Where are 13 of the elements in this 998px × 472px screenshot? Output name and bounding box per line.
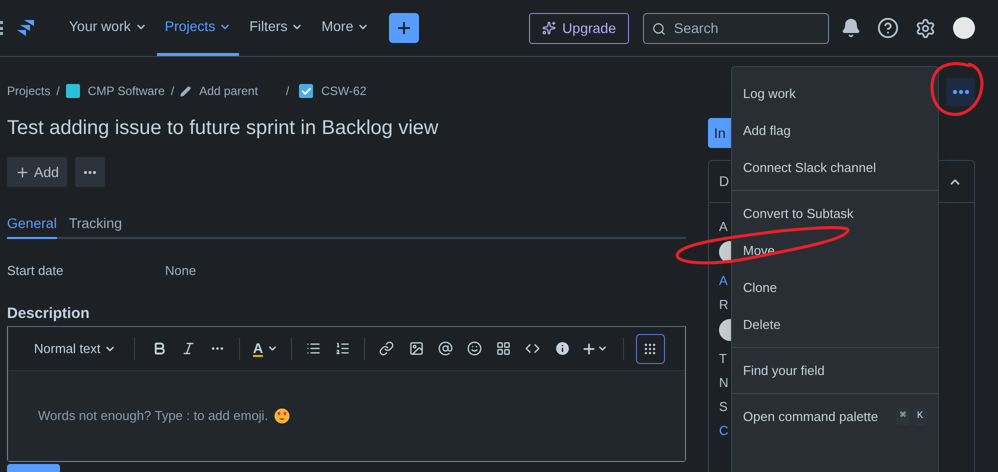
- editor-placeholder: Words not enough? Type : to add emoji.: [38, 407, 268, 426]
- breadcrumb-separator: /: [170, 83, 174, 100]
- field-label: T: [719, 350, 727, 365]
- field-label: N: [719, 374, 728, 389]
- field-label: A: [719, 218, 728, 233]
- field-label: R: [719, 296, 728, 311]
- breadcrumb-separator: /: [56, 83, 60, 100]
- shortcut-key: ⌘: [896, 408, 910, 425]
- section-heading: Description: [7, 304, 91, 324]
- field-label: Start date: [7, 262, 64, 280]
- breadcrumb-separator: /: [286, 83, 290, 100]
- field-label: S: [719, 398, 728, 413]
- shortcut-key: K: [912, 408, 927, 425]
